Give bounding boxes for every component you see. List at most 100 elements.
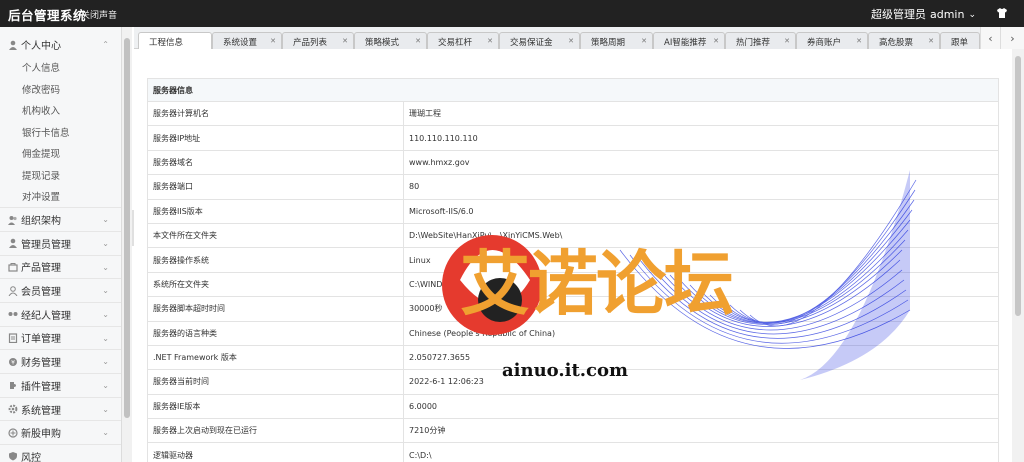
sidebar-group-label: 组织架构 (21, 216, 61, 228)
table-row: 服务器IIS版本 Microsoft-IIS/6.0 (147, 198, 999, 224)
close-icon[interactable]: ✕ (415, 37, 421, 45)
tab-label: 交易杠杆 (438, 38, 473, 48)
sidebar-group-label: 风控 (21, 452, 41, 462)
row-key: 服务器当前时间 (147, 369, 404, 395)
table-row: 服务器IP地址 110.110.110.110 (147, 125, 999, 151)
sidebar-group-plugins[interactable]: 插件管理 ⌄ (0, 373, 121, 397)
close-icon[interactable]: ✕ (270, 37, 276, 45)
table-row: 服务器上次启动到现在已运行 7210分钟 (147, 418, 999, 444)
tab-broker-accounts[interactable]: 券商账户 ✕ (796, 32, 868, 49)
sidebar-group-brokers[interactable]: 经纪人管理 ⌄ (0, 301, 121, 326)
gear-icon (8, 404, 18, 414)
sidebar-group-org[interactable]: 组织架构 ⌄ (0, 207, 121, 231)
row-key: 服务器IIS版本 (147, 198, 404, 224)
chevron-down-icon: ⌄ (102, 238, 109, 248)
sidebar-item-hedge-settings[interactable]: 对冲设置 (0, 186, 121, 208)
sidebar-group-profile[interactable]: 个人中心 ⌃ (0, 33, 121, 57)
sidebar-group-products[interactable]: 产品管理 ⌄ (0, 254, 121, 279)
sidebar-item-bank-card[interactable]: 银行卡信息 (0, 121, 121, 143)
sidebar-scrollbar-thumb[interactable] (124, 38, 130, 418)
tab-label: 热门推荐 (736, 38, 771, 48)
sidebar-item-withdraw-records[interactable]: 提现记录 (0, 164, 121, 186)
sidebar-group-members[interactable]: 会员管理 ⌄ (0, 278, 121, 302)
close-icon[interactable]: ✕ (713, 37, 719, 45)
tab-high-risk-stocks[interactable]: 高危股票 ✕ (868, 32, 940, 49)
tab-hot-recommend[interactable]: 热门推荐 ✕ (725, 32, 796, 49)
table-row: 服务器IE版本 6.0000 (147, 393, 999, 420)
sidebar: 个人中心 ⌃ 个人信息 修改密码 机构收入 银行卡信息 佣金提现 提现记录 对冲… (0, 27, 122, 462)
sidebar-group-label: 系统管理 (21, 405, 61, 417)
row-key: 服务器上次启动到现在已运行 (147, 418, 404, 444)
sidebar-group-label: 财务管理 (21, 358, 61, 370)
sidebar-item-org-income[interactable]: 机构收入 (0, 100, 121, 122)
tab-strategy-period[interactable]: 策略周期 ✕ (580, 32, 653, 49)
row-value: 80 (403, 174, 999, 200)
sidebar-item-change-password[interactable]: 修改密码 (0, 78, 121, 100)
close-icon[interactable]: ✕ (856, 37, 862, 45)
chevron-down-icon: ⌄ (102, 309, 109, 319)
mute-toggle[interactable]: 关闭声音 (81, 8, 117, 21)
sidebar-group-label: 插件管理 (21, 381, 61, 393)
sidebar-group-label: 经纪人管理 (21, 310, 71, 322)
watermark-text: 艾诺论坛 (460, 243, 734, 325)
sidebar-group-admins[interactable]: 管理员管理 ⌄ (0, 230, 121, 255)
row-key: 服务器端口 (147, 174, 404, 200)
sidebar-item-profile-info[interactable]: 个人信息 (0, 57, 121, 79)
tab-strategy-mode[interactable]: 策略模式 ✕ (354, 32, 427, 49)
sidebar-group-ipo[interactable]: 新股申购 ⌄ (0, 420, 121, 444)
close-icon[interactable]: ✕ (342, 37, 348, 45)
sidebar-group-risk[interactable]: 风控 (0, 444, 121, 462)
close-icon[interactable]: ✕ (487, 37, 493, 45)
tab-project-info[interactable]: 工程信息 (138, 32, 212, 50)
watermark-title: 艾诺论坛 (460, 244, 800, 324)
chevron-down-icon: ⌄ (968, 10, 976, 20)
close-icon[interactable]: ✕ (568, 37, 574, 45)
tab-product-list[interactable]: 产品列表 ✕ (282, 32, 354, 49)
watermark-url-text: ainuo.it.com (502, 360, 629, 381)
tab-ai-recommend[interactable]: AI智能推荐 ✕ (653, 32, 725, 49)
tab-label: 策略周期 (591, 38, 626, 48)
user-role: 超级管理员 (870, 8, 926, 21)
tab-system-settings[interactable]: 系统设置 ✕ (212, 32, 282, 49)
tab-label: 高危股票 (879, 38, 914, 48)
member-icon (8, 285, 18, 296)
close-icon[interactable]: ✕ (784, 37, 790, 45)
tab-follow[interactable]: 跟单 (940, 32, 980, 49)
row-key: .NET Framework 版本 (147, 344, 404, 371)
row-key: 服务器的语言种类 (147, 320, 404, 346)
table-row: 服务器计算机名 珊瑚工程 (147, 100, 999, 127)
chevron-down-icon: ⌄ (102, 404, 109, 414)
sidebar-group-label: 订单管理 (21, 334, 61, 346)
tab-bar: 工程信息 系统设置 ✕ 产品列表 ✕ 策略模式 ✕ 交易杠杆 ✕ 交易保证金 ✕ 策略周期… (134, 27, 1024, 50)
tab-scroll-left[interactable]: ‹ (980, 27, 1000, 49)
row-key: 系统所在文件夹 (147, 271, 404, 298)
row-value: 2.050727.3655 (403, 344, 999, 371)
row-value: www.hmxz.gov (403, 149, 999, 176)
tab-label: 策略模式 (365, 38, 400, 48)
row-value: 6.0000 (403, 393, 999, 420)
row-key: 逻辑驱动器 (147, 442, 404, 462)
tab-label: 跟单 (951, 38, 969, 48)
chevron-up-icon: ⌃ (102, 40, 109, 49)
theme-shirt-icon[interactable] (996, 7, 1008, 19)
chevron-down-icon: ⌄ (102, 381, 109, 390)
tab-label: 系统设置 (223, 38, 258, 48)
tab-scroll-right[interactable]: › (1000, 27, 1024, 49)
content-scrollbar-thumb[interactable] (1015, 56, 1021, 316)
sidebar-group-orders[interactable]: 订单管理 ⌄ (0, 325, 121, 350)
order-icon (8, 333, 18, 344)
sidebar-item-commission-withdraw[interactable]: 佣金提现 (0, 143, 121, 165)
row-value: 7210分钟 (403, 418, 999, 444)
sidebar-group-system[interactable]: 系统管理 ⌄ (0, 396, 121, 421)
row-key: 服务器操作系统 (147, 247, 404, 273)
close-icon[interactable]: ✕ (928, 37, 934, 45)
user-menu[interactable]: 超级管理员 admin ⌄ (871, 6, 980, 22)
tab-trade-margin[interactable]: 交易保证金 ✕ (499, 32, 580, 49)
close-icon[interactable]: ✕ (641, 37, 647, 45)
sidebar-group-finance[interactable]: ¥ 财务管理 ⌄ (0, 349, 121, 373)
row-value: 110.110.110.110 (403, 125, 999, 151)
tab-trade-leverage[interactable]: 交易杠杆 ✕ (427, 32, 499, 49)
chevron-down-icon: ⌄ (102, 357, 109, 367)
row-key: 本文件所在文件夹 (147, 222, 404, 249)
svg-text:¥: ¥ (11, 359, 15, 366)
